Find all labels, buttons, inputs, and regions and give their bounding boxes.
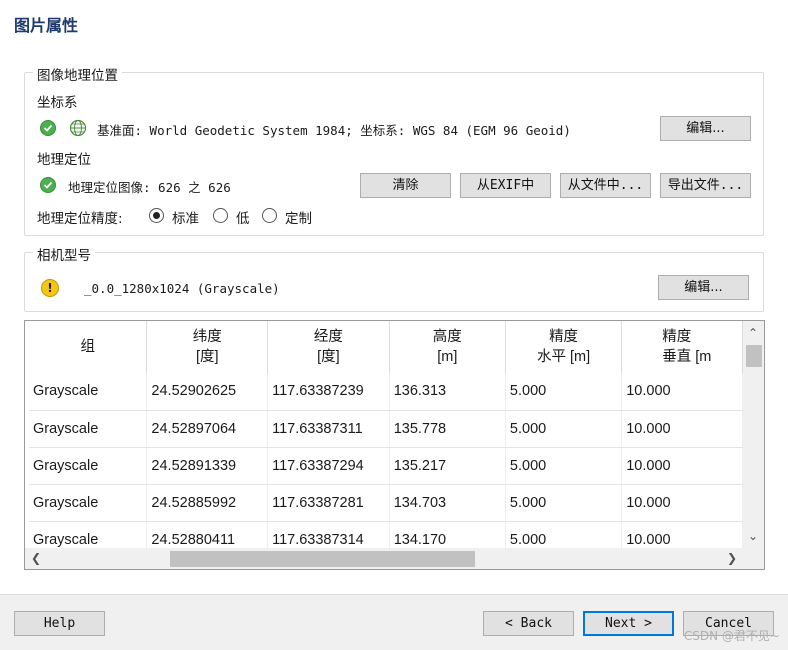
horizontal-scrollbar[interactable]: ❮ ❯ [25,548,764,569]
column-header-altitude[interactable]: 高度 [m] [389,321,506,373]
geoloc-section-label: 地理定位 [37,152,91,168]
table-cell: 134.170 [389,521,506,549]
table-cell: Grayscale [29,484,148,522]
table-cell: Grayscale [29,447,148,485]
table-row[interactable]: Grayscale 24.52880411 117.63387314 134.1… [29,521,743,549]
scroll-right-icon[interactable]: ❯ [727,552,737,564]
accuracy-option-label: 标准 [172,211,199,227]
table-cell: 24.52902625 [146,373,269,411]
accuracy-radio-low[interactable] [213,208,228,223]
table-header-row: 组 纬度 [度] 经度 [度] 高度 [m] 精度 水平 [m] 精度 垂直 [m [29,321,743,373]
table-cell: Grayscale [29,373,148,411]
back-button[interactable]: < Back [483,611,574,636]
camera-model-text: _0.0_1280x1024 (Grayscale) [84,281,280,296]
table-row[interactable]: Grayscale 24.52902625 117.63387239 136.3… [29,373,743,411]
page-title: 图片属性 [14,16,79,35]
table-cell: 117.63387239 [267,373,390,411]
column-header-group[interactable]: 组 [29,321,148,373]
table-cell: 24.52880411 [146,521,269,549]
table-cell: 10.000 [621,447,743,485]
table-cell: 135.217 [389,447,506,485]
check-circle-icon [40,177,56,193]
accuracy-radio-standard[interactable] [149,208,164,223]
table-cell: 117.63387294 [267,447,390,485]
export-file-button[interactable]: 导出文件... [660,173,751,198]
clear-button[interactable]: 清除 [360,173,451,198]
table-cell: 10.000 [621,410,743,448]
camera-group-title: 相机型号 [33,244,95,264]
table-row[interactable]: Grayscale 24.52891339 117.63387294 135.2… [29,447,743,485]
dialog-footer: Help < Back Next > Cancel CSDN @君不见~ [0,594,788,650]
camera-edit-button[interactable]: 编辑... [658,275,749,300]
horizontal-scroll-thumb[interactable] [170,551,475,567]
table-cell: 5.000 [505,521,623,549]
accuracy-radio-custom[interactable] [262,208,277,223]
geoloc-text: 地理定位图像: 626 之 626 [68,180,231,195]
table-cell: 5.000 [505,373,623,411]
table-cell: 24.52885992 [146,484,269,522]
geo-group-title: 图像地理位置 [33,64,122,84]
table-cell: Grayscale [29,521,148,549]
next-button[interactable]: Next > [583,611,674,636]
table-cell: 135.778 [389,410,506,448]
warning-icon: ! [41,279,59,297]
column-header-accuracy-vertical[interactable]: 精度 垂直 [m [621,321,743,373]
accuracy-option-label: 定制 [285,211,312,227]
from-exif-button[interactable]: 从EXIF中 [460,173,551,198]
table-cell: 5.000 [505,447,623,485]
table-cell: 10.000 [621,484,743,522]
accuracy-option-label: 低 [236,211,250,227]
table-cell: 117.63387314 [267,521,390,549]
column-header-longitude[interactable]: 经度 [度] [267,321,390,373]
table-cell: 24.52897064 [146,410,269,448]
coord-text: 基准面: World Geodetic System 1984; 坐标系: WG… [97,123,571,138]
table-cell: 10.000 [621,521,743,549]
coord-edit-button[interactable]: 编辑... [660,116,751,141]
table-cell: 5.000 [505,410,623,448]
check-circle-icon [40,120,56,136]
help-button[interactable]: Help [14,611,105,636]
table-cell: 134.703 [389,484,506,522]
scroll-up-icon[interactable]: ⌃ [748,327,758,339]
geo-table: 组 纬度 [度] 经度 [度] 高度 [m] 精度 水平 [m] 精度 垂直 [m Gra… [24,320,765,570]
geo-group: 图像地理位置 [24,64,764,236]
accuracy-label: 地理定位精度: [37,211,123,227]
geo-data-table: 组 纬度 [度] 经度 [度] 高度 [m] 精度 水平 [m] 精度 垂直 [m Gra… [29,321,743,549]
scroll-down-icon[interactable]: ⌄ [748,530,758,542]
table-row[interactable]: Grayscale 24.52897064 117.63387311 135.7… [29,410,743,448]
scroll-left-icon[interactable]: ❮ [31,552,41,564]
column-header-latitude[interactable]: 纬度 [度] [146,321,269,373]
table-cell: Grayscale [29,410,148,448]
table-cell: 136.313 [389,373,506,411]
vertical-scroll-thumb[interactable] [746,345,762,367]
table-row[interactable]: Grayscale 24.52885992 117.63387281 134.7… [29,484,743,522]
watermark: CSDN @君不见~ [683,629,780,643]
globe-icon [69,119,87,137]
table-cell: 117.63387281 [267,484,390,522]
table-cell: 10.000 [621,373,743,411]
table-cell: 24.52891339 [146,447,269,485]
vertical-scrollbar[interactable]: ⌃ ⌄ [743,321,764,549]
coord-section-label: 坐标系 [37,95,78,111]
from-file-button[interactable]: 从文件中... [560,173,651,198]
column-header-accuracy-horizontal[interactable]: 精度 水平 [m] [505,321,623,373]
table-cell: 5.000 [505,484,623,522]
table-cell: 117.63387311 [267,410,390,448]
